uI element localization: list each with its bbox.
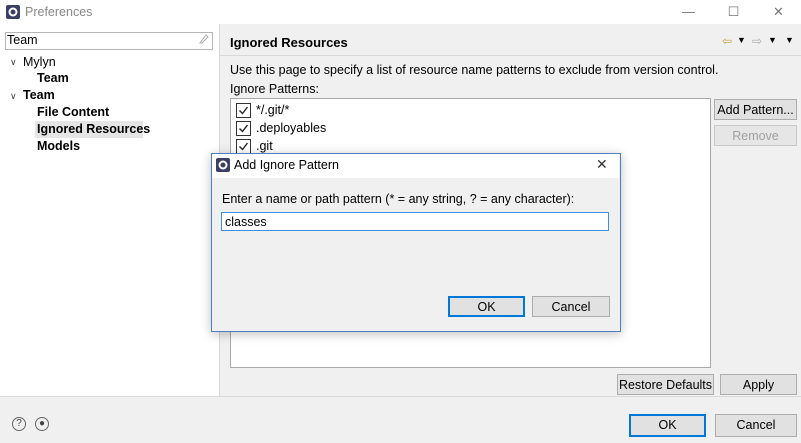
page-title: Ignored Resources xyxy=(230,35,348,50)
forward-menu-chevron-icon[interactable]: ▼ xyxy=(768,35,777,45)
eclipse-app-icon xyxy=(6,5,20,19)
footer-separator xyxy=(0,396,801,397)
checkmark-icon xyxy=(239,142,249,151)
back-arrow-icon[interactable]: ⇦ xyxy=(722,34,732,48)
cancel-button[interactable]: Cancel xyxy=(715,414,797,437)
pattern-checkbox[interactable] xyxy=(236,139,251,154)
tree-item-ignored-resources[interactable]: Ignored Resources xyxy=(37,122,150,136)
help-icon[interactable]: ? xyxy=(12,417,26,431)
pattern-checkbox[interactable] xyxy=(236,103,251,118)
eclipse-app-icon xyxy=(216,158,230,172)
tree-item-team[interactable]: Team xyxy=(23,88,55,102)
minimize-icon[interactable]: — xyxy=(666,0,711,24)
import-export-icon[interactable]: ● xyxy=(35,417,49,431)
forward-arrow-icon[interactable]: ⇨ xyxy=(752,34,762,48)
close-icon[interactable]: ✕ xyxy=(756,0,801,24)
dialog-cancel-button[interactable]: Cancel xyxy=(532,296,610,317)
preferences-tree-pane xyxy=(0,24,220,396)
checkmark-icon xyxy=(239,124,249,133)
filter-input-value: Team xyxy=(7,33,38,47)
tree-item-mylyn-team[interactable]: Team xyxy=(37,71,69,85)
tree-item-models[interactable]: Models xyxy=(37,139,80,153)
dialog-prompt: Enter a name or path pattern (* = any st… xyxy=(222,192,575,206)
pattern-input-value: classes xyxy=(225,215,267,229)
back-menu-chevron-icon[interactable]: ▼ xyxy=(737,35,746,45)
view-menu-icon[interactable]: ▼ xyxy=(785,35,794,45)
dialog-title: Add Ignore Pattern xyxy=(234,158,339,172)
apply-button[interactable]: Apply xyxy=(720,374,797,395)
list-item[interactable]: .deployables xyxy=(256,121,326,135)
page-description: Use this page to specify a list of resou… xyxy=(230,63,719,77)
checkmark-icon xyxy=(239,106,249,115)
title-separator xyxy=(220,55,801,56)
restore-defaults-button[interactable]: Restore Defaults xyxy=(617,374,714,395)
close-icon[interactable]: ✕ xyxy=(596,156,608,173)
add-pattern-button[interactable]: Add Pattern... xyxy=(714,99,797,120)
chevron-down-icon[interactable]: ∨ xyxy=(10,91,17,102)
tree-item-mylyn[interactable]: Mylyn xyxy=(23,55,56,69)
remove-button[interactable]: Remove xyxy=(714,125,797,146)
ignore-patterns-label: Ignore Patterns: xyxy=(230,82,319,96)
maximize-icon[interactable]: ☐ xyxy=(711,0,756,24)
chevron-down-icon[interactable]: ∨ xyxy=(10,57,17,68)
list-item[interactable]: .git xyxy=(256,139,273,153)
tree-item-file-content[interactable]: File Content xyxy=(37,105,109,119)
ok-button[interactable]: OK xyxy=(629,414,706,437)
window-title: Preferences xyxy=(25,5,93,19)
list-item[interactable]: */.git/* xyxy=(256,103,289,117)
pattern-input[interactable] xyxy=(221,212,609,231)
dialog-ok-button[interactable]: OK xyxy=(448,296,525,317)
pattern-checkbox[interactable] xyxy=(236,121,251,136)
clear-filter-icon[interactable] xyxy=(198,33,210,45)
